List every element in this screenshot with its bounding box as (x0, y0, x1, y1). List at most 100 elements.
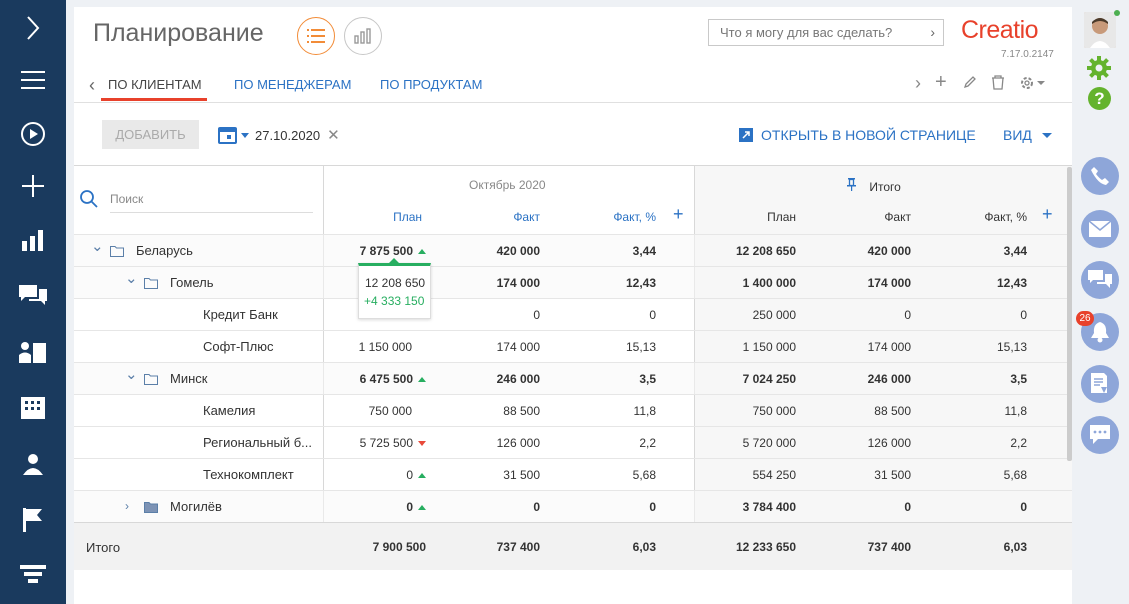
delete-icon[interactable] (991, 75, 1005, 95)
add-column-icon[interactable]: + (673, 204, 684, 225)
dashboards-icon[interactable] (0, 212, 66, 268)
calendar-icon[interactable] (217, 124, 239, 146)
email-button[interactable] (1081, 210, 1119, 248)
col-plan-header[interactable]: План (374, 210, 422, 224)
chart-view-button[interactable] (344, 17, 382, 55)
col-total-fact-pct-header[interactable]: Факт, % (967, 210, 1027, 224)
sidebar-toggle-icon[interactable] (0, 0, 66, 56)
row-cell[interactable]: 12,43 (554, 276, 656, 290)
row-cell[interactable]: 5,68 (934, 468, 1027, 482)
menu-icon[interactable] (0, 52, 66, 108)
row-cell[interactable]: 420 000 (814, 244, 911, 258)
tab-by-products[interactable]: ПО ПРОДУКТАМ (380, 77, 482, 92)
col-fact-pct-header[interactable]: Факт, % (596, 210, 656, 224)
row-cell[interactable]: 246 000 (814, 372, 911, 386)
row-cell[interactable]: 750 000 (314, 404, 412, 418)
settings-gear-icon[interactable] (1019, 75, 1045, 96)
command-line-input[interactable]: Что я могу для вас сделать? › (708, 19, 944, 46)
table-row[interactable]: › Могилёв 0 0 0 3 784 400 0 0 (74, 490, 1072, 522)
contacts-icon[interactable] (0, 436, 66, 492)
row-cell[interactable]: 250 000 (694, 308, 796, 322)
row-cell[interactable]: 0 (814, 500, 911, 514)
chevron-right-icon[interactable]: › (930, 24, 935, 40)
row-cell[interactable]: 2,2 (934, 436, 1027, 450)
row-cell[interactable]: 7 024 250 (694, 372, 796, 386)
row-cell[interactable]: 3 784 400 (694, 500, 796, 514)
row-cell[interactable]: 1 150 000 (314, 340, 412, 354)
flag-icon[interactable] (0, 492, 66, 548)
table-row[interactable]: ⌄ Гомель 174 000 12,43 1 400 000 174 000 12,43 (74, 266, 1072, 298)
row-cell[interactable]: 174 000 (814, 276, 911, 290)
row-cell[interactable]: 126 000 (434, 436, 540, 450)
row-cell[interactable]: 0 (434, 500, 540, 514)
add-icon[interactable] (0, 158, 66, 214)
row-cell[interactable]: 1 150 000 (694, 340, 796, 354)
accounts-icon[interactable] (0, 380, 66, 436)
row-cell[interactable]: 12,43 (934, 276, 1027, 290)
row-cell[interactable]: 5 720 000 (694, 436, 796, 450)
row-cell[interactable]: 11,8 (934, 404, 1027, 418)
row-cell[interactable]: 0 (814, 308, 911, 322)
row-cell[interactable]: 7 875 500 (314, 244, 426, 258)
table-row[interactable]: ⌄ Минск 6 475 500 246 000 3,5 7 024 250 246 00… (74, 362, 1072, 394)
add-total-column-icon[interactable]: + (1042, 204, 1053, 225)
accounts-contacts-icon[interactable] (0, 324, 66, 380)
processes-button[interactable] (1081, 365, 1119, 403)
row-cell[interactable]: 0 (554, 500, 656, 514)
row-cell[interactable]: 31 500 (434, 468, 540, 482)
col-total-fact-header[interactable]: Факт (863, 210, 911, 224)
settings-gear-icon[interactable] (1087, 56, 1111, 85)
row-cell[interactable]: 126 000 (814, 436, 911, 450)
row-cell[interactable]: 0 (314, 500, 426, 514)
open-in-new-page-link[interactable]: ОТКРЫТЬ В НОВОЙ СТРАНИЦЕ (739, 127, 976, 143)
pin-icon[interactable] (847, 178, 859, 194)
table-row[interactable]: Кредит Банк250 00000250 00000 (74, 298, 1072, 330)
phone-button[interactable] (1081, 157, 1119, 195)
row-cell[interactable]: 0 (934, 308, 1027, 322)
row-cell[interactable]: 174 000 (434, 276, 540, 290)
expand-arrow-icon[interactable]: › (125, 499, 129, 513)
date-filter[interactable]: 27.10.2020 ✕ (217, 122, 340, 148)
row-cell[interactable]: 15,13 (554, 340, 656, 354)
table-row[interactable]: Софт-Плюс 1 150 000 174 000 15,13 1 150 000 1… (74, 330, 1072, 362)
table-row[interactable]: ⌄ Беларусь 7 875 500 420 000 3,44 12 208 650 4… (74, 234, 1072, 266)
add-button[interactable]: ДОБАВИТЬ (102, 120, 199, 149)
table-row[interactable]: Региональный б... 5 725 500 126 000 2,2 5 72… (74, 426, 1072, 458)
row-cell[interactable]: 3,5 (934, 372, 1027, 386)
row-cell[interactable]: 0 (934, 500, 1027, 514)
row-cell[interactable]: 1 400 000 (694, 276, 796, 290)
avatar[interactable] (1084, 12, 1116, 48)
next-arrow-icon[interactable]: › (915, 73, 921, 94)
row-cell[interactable]: 174 000 (814, 340, 911, 354)
col-total-plan-header[interactable]: План (748, 210, 796, 224)
collapse-arrow-icon[interactable]: ⌄ (91, 237, 104, 255)
clear-date-icon[interactable]: ✕ (327, 126, 340, 144)
row-cell[interactable]: 3,44 (554, 244, 656, 258)
row-cell[interactable]: 3,44 (934, 244, 1027, 258)
add-record-icon[interactable]: + (935, 71, 947, 94)
row-cell[interactable]: 6 475 500 (314, 372, 426, 386)
messages-button[interactable] (1081, 416, 1119, 454)
row-cell[interactable]: 420 000 (434, 244, 540, 258)
edit-icon[interactable] (963, 75, 977, 94)
row-cell[interactable]: 0 (314, 468, 426, 482)
table-row[interactable]: Камелия 750 000 88 500 11,8 750 000 88 500 11,… (74, 394, 1072, 426)
collapse-arrow-icon[interactable]: ⌄ (125, 365, 138, 383)
chat-button[interactable] (1081, 261, 1119, 299)
feed-icon[interactable] (0, 268, 66, 324)
row-cell[interactable]: 11,8 (554, 404, 656, 418)
row-cell[interactable]: 12 208 650 (694, 244, 796, 258)
collapse-arrow-icon[interactable]: ⌄ (125, 269, 138, 287)
row-cell[interactable]: 3,5 (554, 372, 656, 386)
back-arrow-icon[interactable]: ‹ (89, 75, 95, 96)
row-cell[interactable]: 88 500 (814, 404, 911, 418)
tab-by-managers[interactable]: ПО МЕНЕДЖЕРАМ (234, 77, 351, 92)
row-cell[interactable]: 246 000 (434, 372, 540, 386)
funnel-icon[interactable] (0, 548, 66, 604)
row-cell[interactable]: 31 500 (814, 468, 911, 482)
row-cell[interactable]: 174 000 (434, 340, 540, 354)
row-cell[interactable]: 554 250 (694, 468, 796, 482)
tab-by-clients[interactable]: ПО КЛИЕНТАМ (108, 77, 202, 92)
play-icon[interactable] (0, 106, 66, 162)
row-cell[interactable]: 0 (434, 308, 540, 322)
